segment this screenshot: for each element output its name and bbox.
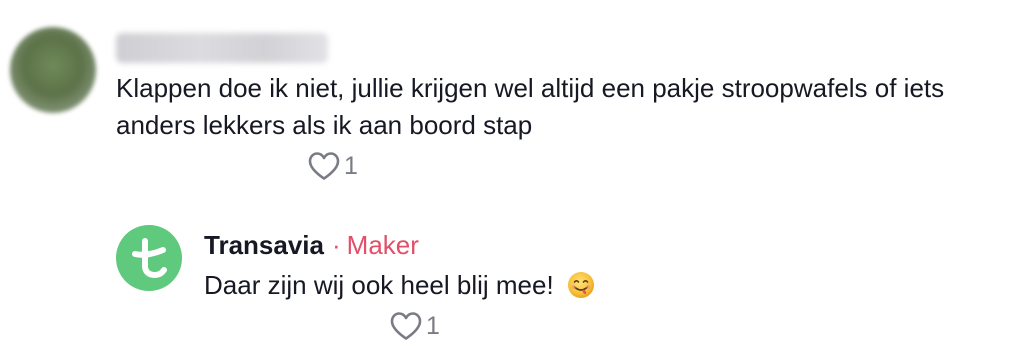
reply-like-count: 1 — [426, 312, 440, 340]
heart-outline-icon[interactable] — [307, 151, 341, 181]
transavia-avatar[interactable] — [116, 225, 182, 291]
heart-outline-icon[interactable] — [389, 311, 423, 341]
reply-like-button[interactable]: 1 — [389, 311, 440, 341]
reply-author-name[interactable]: Transavia — [204, 230, 324, 260]
commenter-username-blurred[interactable] — [116, 33, 328, 63]
face-savoring-food-emoji-icon — [567, 271, 595, 308]
reply-header: Transavia · Maker — [204, 229, 419, 261]
reply-separator: · — [331, 230, 341, 260]
creator-badge: Maker — [346, 230, 419, 260]
comment-like-button[interactable]: 1 — [307, 151, 358, 181]
reply-text-row: Daar zijn wij ook heel blij mee! — [204, 267, 595, 308]
commenter-avatar[interactable] — [10, 27, 96, 113]
reply-text: Daar zijn wij ook heel blij mee! — [204, 270, 554, 300]
comment-text: Klappen doe ik niet, jullie krijgen wel … — [116, 73, 945, 140]
transavia-logo-icon — [132, 238, 167, 279]
comment-like-count: 1 — [344, 152, 358, 180]
